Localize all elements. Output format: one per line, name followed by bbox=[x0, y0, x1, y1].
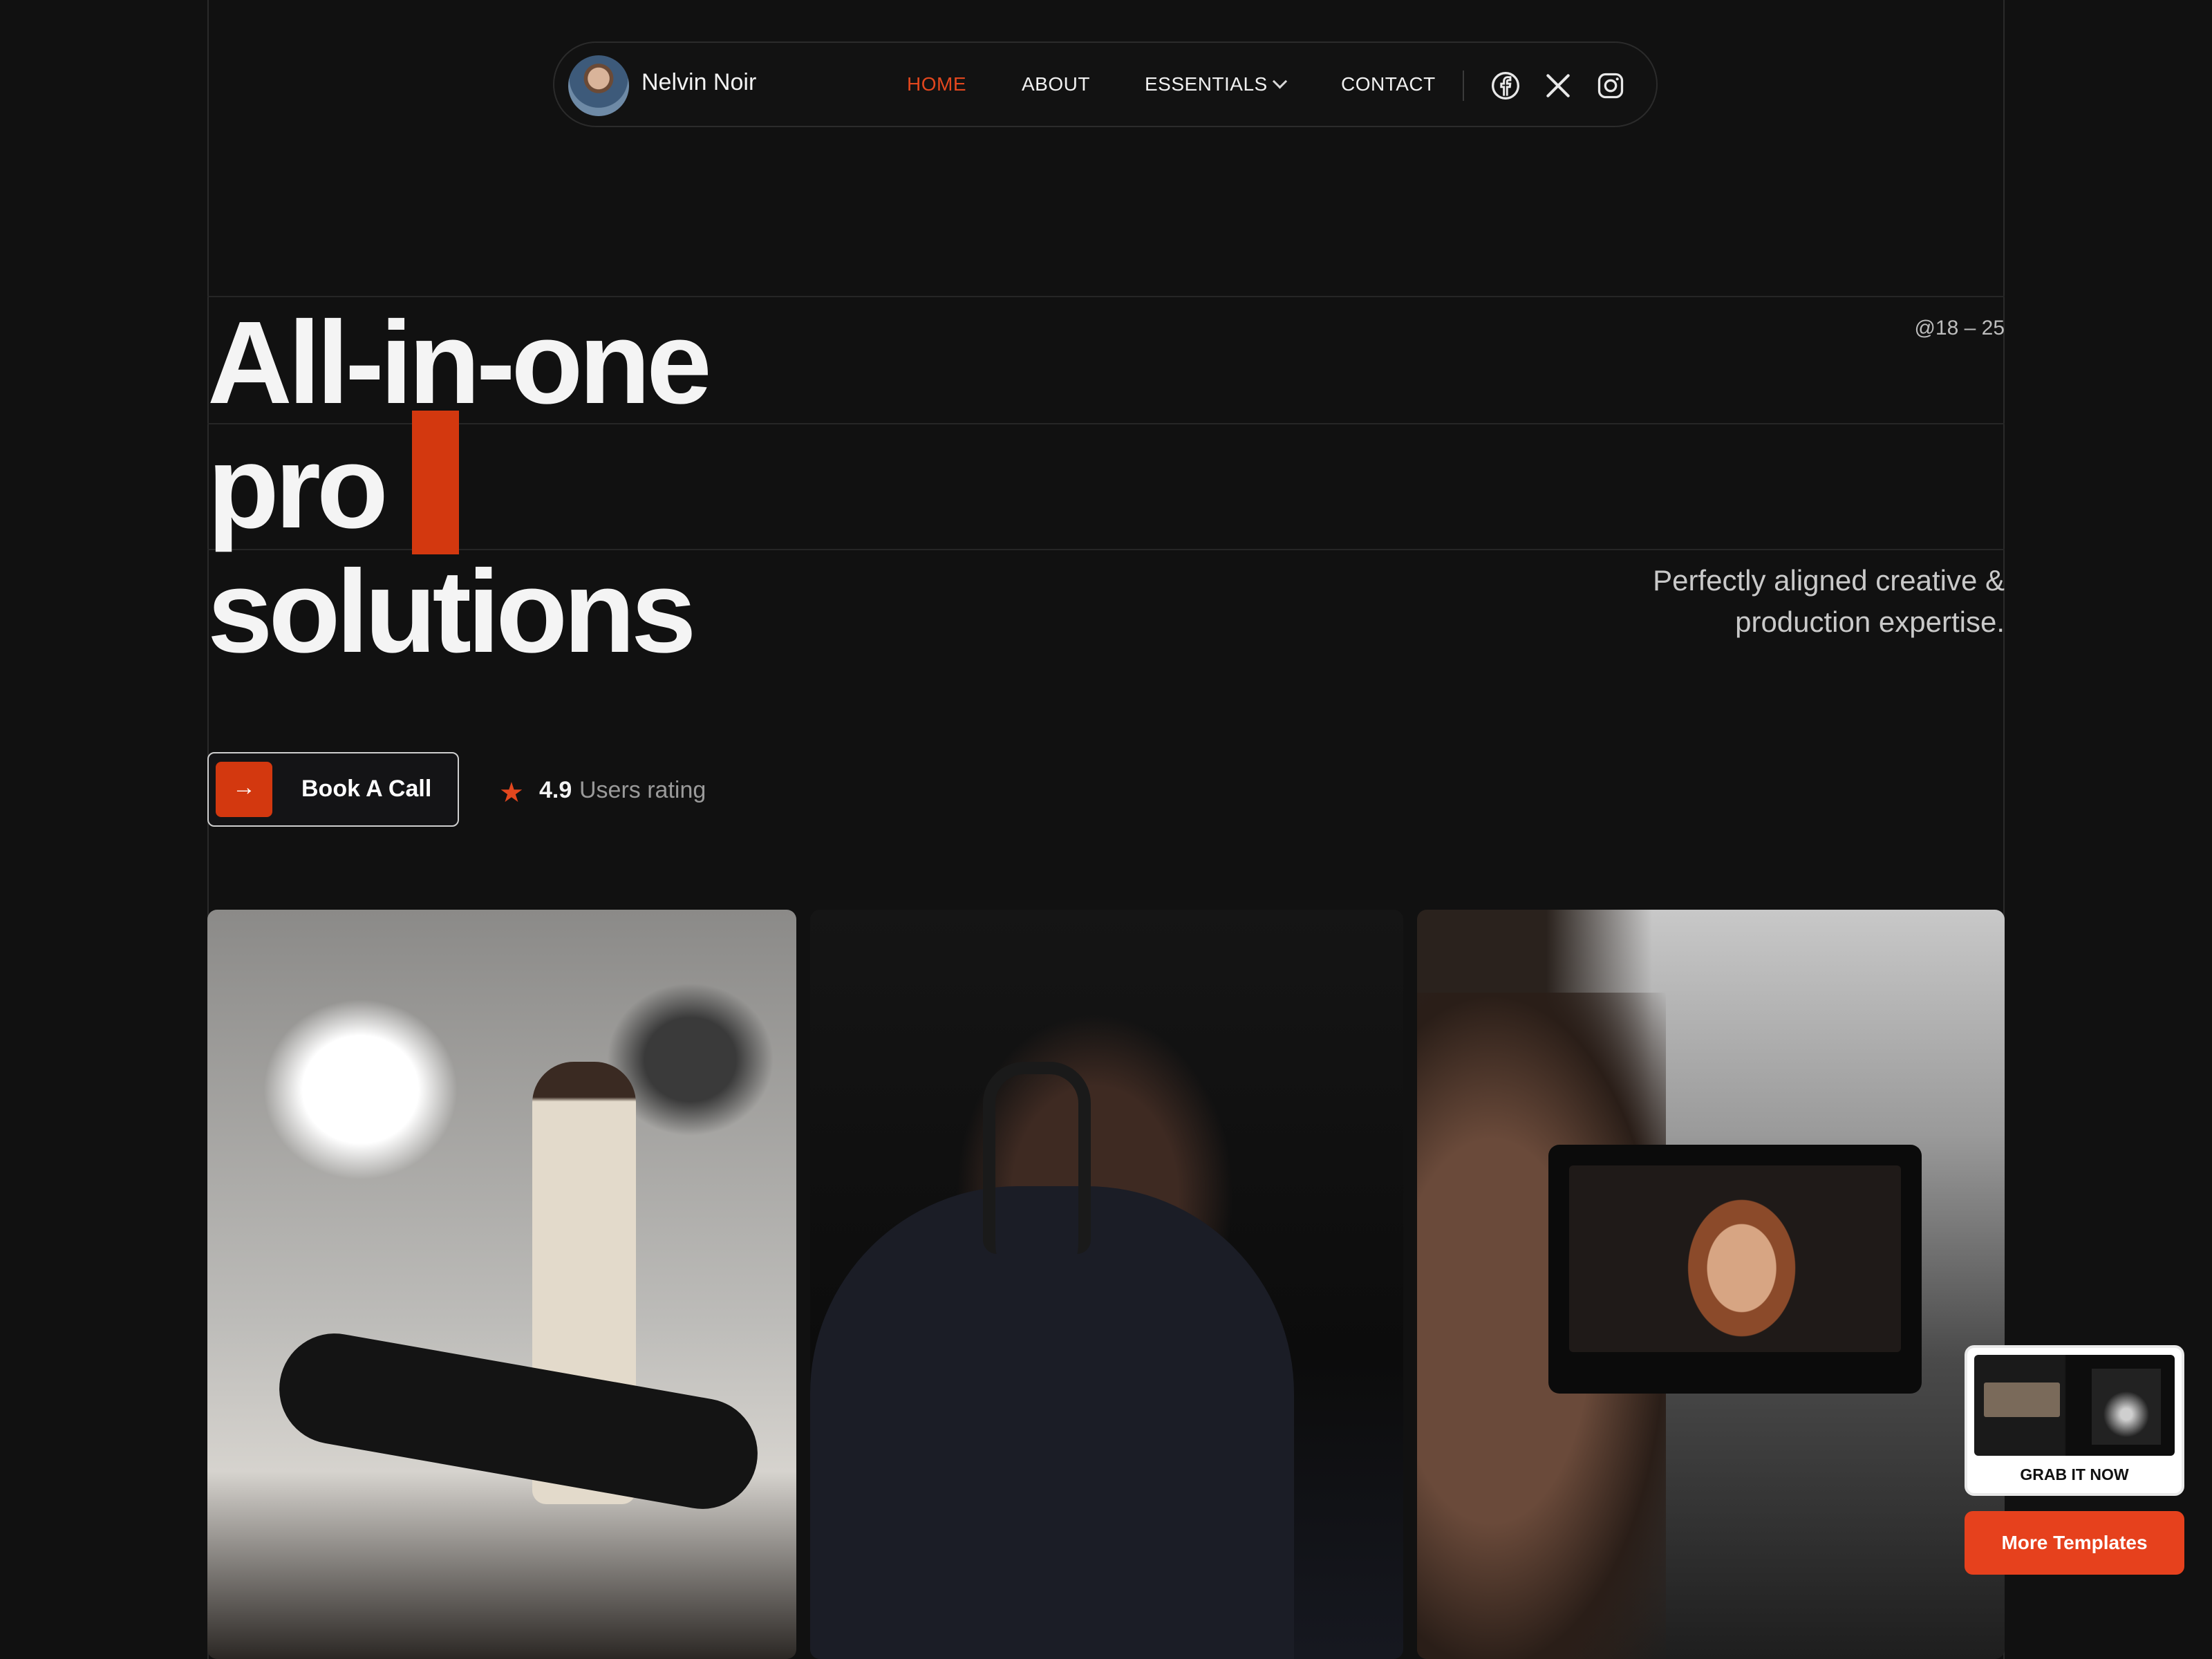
photo-monitor-screen bbox=[1569, 1165, 1901, 1352]
facebook-icon[interactable] bbox=[1490, 71, 1521, 101]
nav-home[interactable]: HOME bbox=[907, 73, 966, 95]
book-call-button[interactable]: → Book A Call bbox=[207, 752, 459, 827]
year-tag: @18 – 25 bbox=[1914, 317, 2005, 339]
photo-hoodie bbox=[810, 1186, 1294, 1659]
photo-camera-monitor bbox=[1417, 910, 2005, 1659]
photo-audio-engineer bbox=[810, 910, 1403, 1659]
nav-about[interactable]: ABOUT bbox=[1022, 73, 1090, 95]
book-call-label: Book A Call bbox=[301, 776, 432, 802]
more-templates-button[interactable]: More Templates bbox=[1965, 1511, 2184, 1575]
typing-cursor bbox=[412, 411, 459, 554]
photo-studio-shoot bbox=[207, 910, 796, 1659]
nav-contact[interactable]: CONTACT bbox=[1341, 73, 1436, 95]
thumbnail-block-right bbox=[2092, 1369, 2161, 1445]
rating-label: Users rating bbox=[579, 777, 706, 803]
grab-it-now-label: GRAB IT NOW bbox=[2020, 1465, 2129, 1483]
nav-essentials-label: ESSENTIALS bbox=[1145, 73, 1268, 95]
star-icon: ★ bbox=[499, 778, 524, 808]
hero-title-line-1: All-in-one bbox=[207, 297, 712, 429]
hero-title-line-2: pro bbox=[207, 422, 388, 553]
grab-it-now-card[interactable]: GRAB IT NOW bbox=[1965, 1345, 2184, 1496]
avatar[interactable] bbox=[568, 55, 629, 116]
instagram-icon[interactable] bbox=[1595, 71, 1626, 101]
hero-title-line-3: solutions bbox=[207, 546, 697, 677]
rating-value: 4.9 bbox=[539, 777, 572, 803]
chevron-down-icon bbox=[1272, 74, 1287, 89]
hero-subtext: Perfectly aligned creative & production … bbox=[1653, 564, 2005, 638]
brand-name[interactable]: Nelvin Noir bbox=[641, 69, 756, 96]
photo-photographer-figure bbox=[270, 1324, 767, 1518]
arrow-right-icon: → bbox=[216, 762, 272, 817]
nav-essentials[interactable]: ESSENTIALS bbox=[1145, 73, 1287, 95]
photo-headphones bbox=[983, 1062, 1091, 1254]
template-thumbnail bbox=[1974, 1355, 2175, 1456]
navbar: Nelvin Noir HOME ABOUT ESSENTIALS CONTAC… bbox=[553, 41, 1658, 127]
x-icon[interactable] bbox=[1543, 71, 1573, 101]
nav-divider bbox=[1463, 71, 1464, 101]
thumbnail-block-left bbox=[1984, 1382, 2060, 1417]
